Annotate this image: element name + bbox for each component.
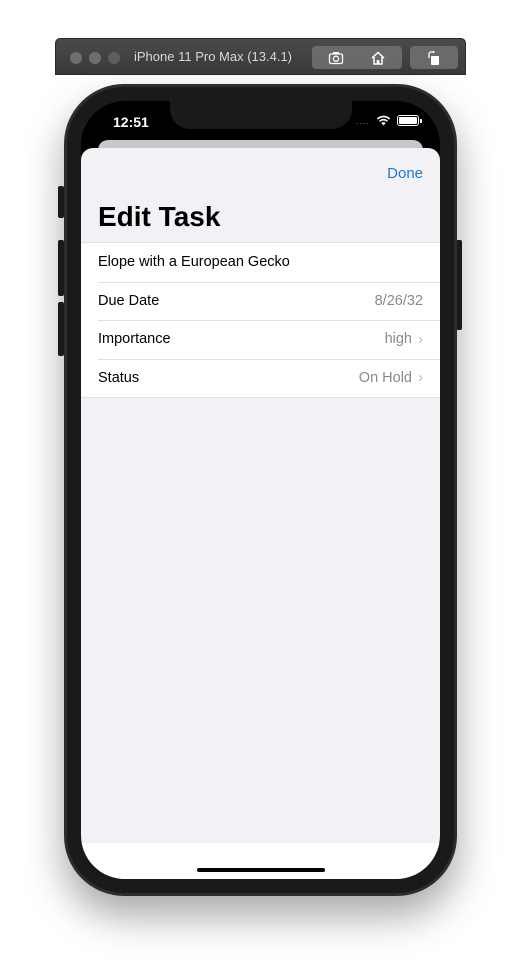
simulator-title: iPhone 11 Pro Max (13.4.1) <box>134 49 293 64</box>
edit-task-sheet: Done Edit Task Elope with a European Gec… <box>81 148 440 879</box>
battery-nub <box>420 118 422 123</box>
due-date-row[interactable]: Due Date 8/26/32 <box>81 281 440 321</box>
due-date-value: 8/26/32 <box>374 292 423 309</box>
battery-icon <box>397 115 419 126</box>
wifi-icon <box>376 115 391 126</box>
notch <box>170 101 352 129</box>
signal-dots: .... <box>355 115 370 126</box>
status-value: On Hold <box>358 369 412 386</box>
importance-row[interactable]: Importance high › <box>81 320 440 359</box>
page-title: Edit Task <box>98 201 221 232</box>
status-icons: .... <box>356 115 422 126</box>
screenshot-button[interactable] <box>312 46 360 69</box>
status-label: Status <box>98 369 140 386</box>
importance-value: high <box>384 331 412 348</box>
task-form: Elope with a European Gecko Due Date 8/2… <box>81 242 440 398</box>
status-row[interactable]: Status On Hold › <box>81 358 440 398</box>
task-name-text: Elope with a European Gecko <box>98 254 290 271</box>
status-time: 12:51 <box>113 114 149 130</box>
home-button[interactable] <box>354 46 402 69</box>
zoom-window-button[interactable] <box>108 52 120 64</box>
chevron-right-icon: › <box>418 369 423 387</box>
importance-value-group: high › <box>385 331 423 348</box>
task-name-field[interactable]: Elope with a European Gecko <box>81 243 440 282</box>
minimize-window-button[interactable] <box>89 52 101 64</box>
done-button[interactable]: Done <box>387 165 423 182</box>
chevron-right-icon: › <box>418 330 423 348</box>
home-indicator[interactable] <box>197 868 325 872</box>
status-value-group: On Hold › <box>359 369 423 386</box>
rotate-button[interactable] <box>410 46 458 69</box>
device-screen: 12:51 .... Done Edit Task Elope with a E… <box>81 101 440 879</box>
close-window-button[interactable] <box>70 52 82 64</box>
due-date-label: Due Date <box>98 292 160 309</box>
rotate-icon <box>428 50 439 65</box>
home-indicator-area <box>81 843 440 879</box>
simulator-toolbar: iPhone 11 Pro Max (13.4.1) <box>55 38 466 75</box>
importance-label: Importance <box>98 331 171 348</box>
home-icon <box>371 50 385 65</box>
screenshot-icon <box>328 51 344 64</box>
